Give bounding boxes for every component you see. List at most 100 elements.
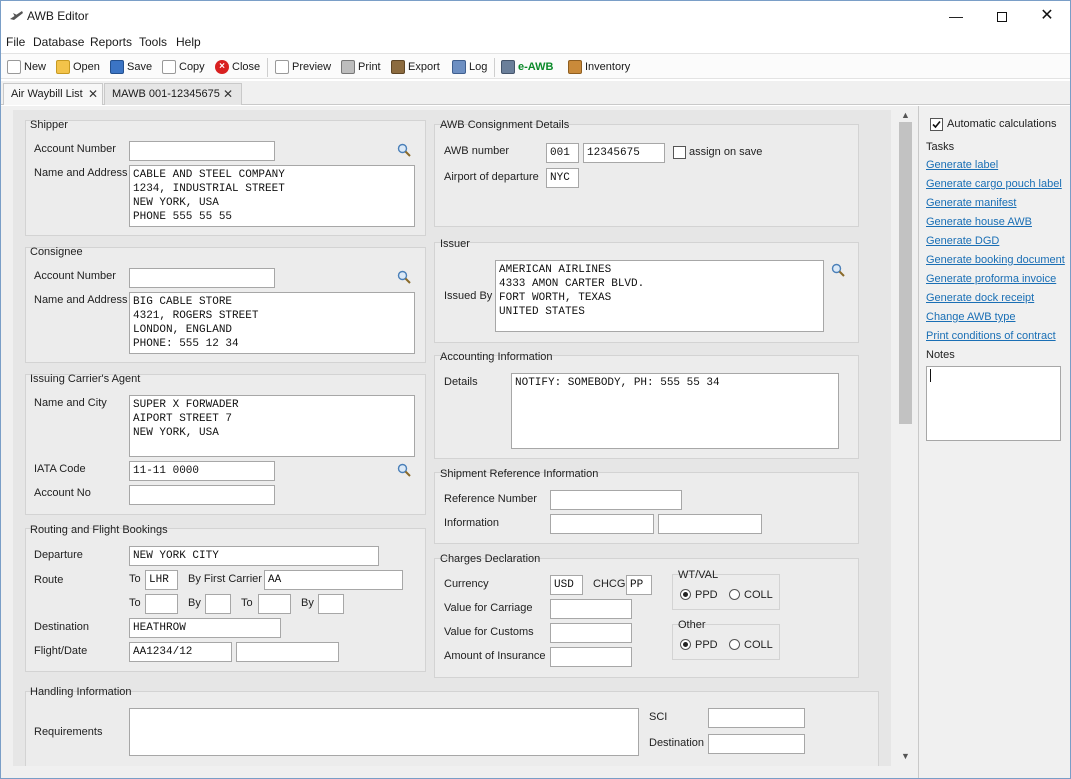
coll-label: COLL bbox=[744, 589, 773, 601]
eawb-button[interactable]: e-AWB bbox=[501, 59, 553, 76]
tab-mawb[interactable]: MAWB 001-12345675 ✕ bbox=[104, 83, 242, 105]
task-generate-house-awb[interactable]: Generate house AWB bbox=[926, 216, 1032, 228]
agent-title: Issuing Carrier's Agent bbox=[30, 373, 141, 385]
assign-on-save-checkbox[interactable] bbox=[673, 146, 686, 159]
task-change-awb-type[interactable]: Change AWB type bbox=[926, 311, 1015, 323]
minimize-button[interactable]: — bbox=[933, 1, 979, 31]
task-generate-booking-document[interactable]: Generate booking document bbox=[926, 254, 1065, 266]
awb-prefix-input[interactable]: 001 bbox=[546, 143, 579, 163]
task-generate-manifest[interactable]: Generate manifest bbox=[926, 197, 1017, 209]
close-tab-icon[interactable]: ✕ bbox=[223, 84, 233, 105]
consignee-account-input[interactable] bbox=[129, 268, 275, 288]
truck-icon bbox=[391, 60, 405, 75]
maximize-button[interactable] bbox=[979, 1, 1025, 31]
flight-date-input[interactable] bbox=[236, 642, 339, 662]
task-generate-label[interactable]: Generate label bbox=[926, 159, 998, 171]
requirements-textarea[interactable] bbox=[129, 708, 639, 756]
destination-input[interactable]: HEATHROW bbox=[129, 618, 281, 638]
wtval-coll-radio[interactable] bbox=[729, 589, 740, 600]
customs-input[interactable] bbox=[550, 623, 632, 643]
tab-air-waybill-list[interactable]: Air Waybill List ✕ bbox=[3, 83, 103, 105]
scrollbar-thumb[interactable] bbox=[899, 122, 912, 424]
open-button[interactable]: Open bbox=[56, 59, 100, 76]
by-label: By bbox=[188, 597, 201, 609]
inventory-button[interactable]: Inventory bbox=[568, 59, 630, 76]
search-icon[interactable] bbox=[397, 143, 411, 157]
search-icon[interactable] bbox=[397, 270, 411, 284]
menu-tools[interactable]: Tools bbox=[139, 35, 167, 49]
by-first-carrier-input[interactable]: AA bbox=[264, 570, 403, 590]
agent-account-label: Account No bbox=[34, 487, 91, 499]
issued-by-textarea[interactable]: AMERICAN AIRLINES 4333 AMON CARTER BLVD.… bbox=[495, 260, 824, 332]
task-generate-cargo-pouch-label[interactable]: Generate cargo pouch label bbox=[926, 178, 1062, 190]
title-bar: AWB Editor — ✕ bbox=[1, 1, 1070, 31]
route-by-2-input[interactable] bbox=[205, 594, 231, 614]
reference-number-input[interactable] bbox=[550, 490, 682, 510]
insurance-input[interactable] bbox=[550, 647, 632, 667]
copy-button[interactable]: Copy bbox=[162, 59, 205, 76]
print-button[interactable]: Print bbox=[341, 59, 381, 76]
currency-input[interactable]: USD bbox=[550, 575, 583, 595]
task-generate-dgd[interactable]: Generate DGD bbox=[926, 235, 999, 247]
shipper-account-input[interactable] bbox=[129, 141, 275, 161]
flight-input[interactable]: AA1234/12 bbox=[129, 642, 232, 662]
flight-date-label: Flight/Date bbox=[34, 645, 88, 657]
chcg-input[interactable]: PP bbox=[626, 575, 652, 595]
task-print-conditions[interactable]: Print conditions of contract bbox=[926, 330, 1056, 342]
new-button[interactable]: New bbox=[7, 59, 46, 76]
shipper-address-textarea[interactable]: CABLE AND STEEL COMPANY 1234, INDUSTRIAL… bbox=[129, 165, 415, 227]
preview-button[interactable]: Preview bbox=[275, 59, 331, 76]
address-line: CABLE AND STEEL COMPANY bbox=[133, 169, 285, 181]
export-button[interactable]: Export bbox=[391, 59, 440, 76]
search-icon[interactable] bbox=[831, 263, 845, 277]
carriage-input[interactable] bbox=[550, 599, 632, 619]
iata-code-input[interactable]: 11-11 0000 bbox=[129, 461, 275, 481]
menu-database[interactable]: Database bbox=[33, 35, 84, 49]
menu-help[interactable]: Help bbox=[176, 35, 201, 49]
scroll-up-icon[interactable]: ▲ bbox=[901, 110, 910, 120]
route-to-2-input[interactable] bbox=[145, 594, 178, 614]
awb-number-input[interactable]: 12345675 bbox=[583, 143, 665, 163]
handling-destination-input[interactable] bbox=[708, 734, 805, 754]
route-to-1-input[interactable]: LHR bbox=[145, 570, 178, 590]
new-label: New bbox=[24, 61, 47, 73]
agent-account-input[interactable] bbox=[129, 485, 275, 505]
address-line: NEW YORK, USA bbox=[133, 197, 219, 209]
search-icon[interactable] bbox=[397, 463, 411, 477]
iata-label: IATA Code bbox=[34, 463, 86, 475]
sci-input[interactable] bbox=[708, 708, 805, 728]
close-tab-icon[interactable]: ✕ bbox=[88, 84, 98, 105]
other-coll-radio[interactable] bbox=[729, 639, 740, 650]
route-to-3-input[interactable] bbox=[258, 594, 291, 614]
print-label: Print bbox=[358, 61, 381, 73]
consignee-address-textarea[interactable]: BIG CABLE STORE 4321, ROGERS STREET LOND… bbox=[129, 292, 415, 354]
address-line: 4321, ROGERS STREET bbox=[133, 310, 259, 322]
notes-textarea[interactable] bbox=[926, 366, 1061, 441]
departure-input[interactable]: NEW YORK CITY bbox=[129, 546, 379, 566]
departure-label: Departure bbox=[34, 549, 83, 561]
inventory-box-icon bbox=[568, 60, 582, 75]
information-input-2[interactable] bbox=[658, 514, 762, 534]
route-by-3-input[interactable] bbox=[318, 594, 344, 614]
window-title: AWB Editor bbox=[27, 9, 89, 23]
wtval-ppd-radio[interactable] bbox=[680, 589, 691, 600]
other-ppd-radio[interactable] bbox=[680, 639, 691, 650]
agent-name-textarea[interactable]: SUPER X FORWADER AIPORT STREET 7 NEW YOR… bbox=[129, 395, 415, 457]
open-label: Open bbox=[73, 61, 100, 73]
task-generate-dock-receipt[interactable]: Generate dock receipt bbox=[926, 292, 1034, 304]
scroll-down-icon[interactable]: ▼ bbox=[901, 751, 910, 761]
auto-calc-checkbox[interactable] bbox=[930, 118, 943, 131]
menu-file[interactable]: File bbox=[6, 35, 25, 49]
accounting-details-textarea[interactable]: NOTIFY: SOMEBODY, PH: 555 55 34 bbox=[511, 373, 839, 449]
save-button[interactable]: Save bbox=[110, 59, 152, 76]
task-generate-proforma-invoice[interactable]: Generate proforma invoice bbox=[926, 273, 1056, 285]
preview-icon bbox=[275, 60, 289, 75]
close-window-button[interactable]: ✕ bbox=[1024, 1, 1070, 31]
address-line: UNITED STATES bbox=[499, 306, 585, 318]
information-input-1[interactable] bbox=[550, 514, 654, 534]
close-button[interactable]: × Close bbox=[215, 59, 260, 76]
export-label: Export bbox=[408, 61, 440, 73]
menu-reports[interactable]: Reports bbox=[90, 35, 132, 49]
log-button[interactable]: Log bbox=[452, 59, 487, 76]
airport-input[interactable]: NYC bbox=[546, 168, 579, 188]
